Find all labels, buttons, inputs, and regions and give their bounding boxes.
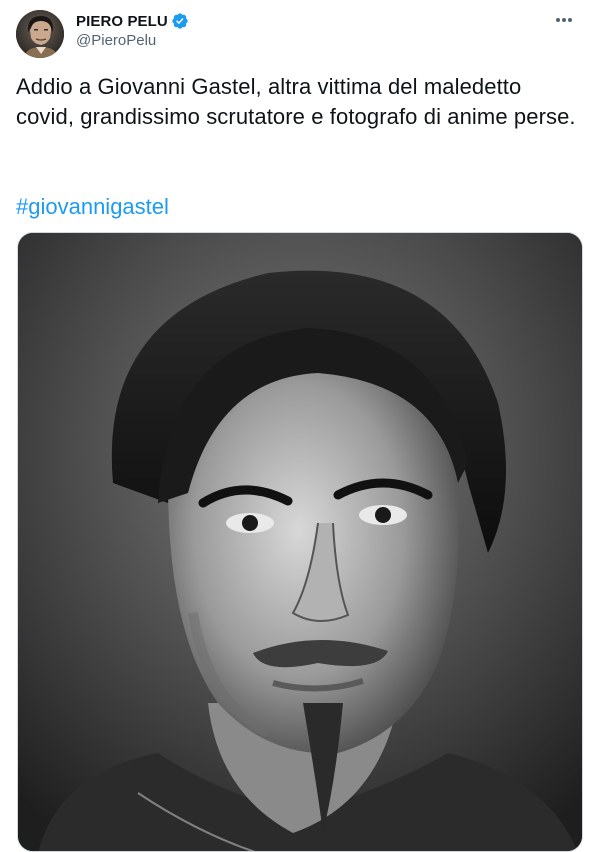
tweet-text: Addio a Giovanni Gastel, altra vittima d… (16, 74, 576, 129)
hashtag-link[interactable]: #giovannigastel (16, 192, 169, 222)
portrait-photo (18, 233, 582, 851)
more-options-button[interactable] (549, 10, 579, 30)
author-handle[interactable]: @PieroPelu (76, 32, 189, 49)
tweet-photo[interactable] (17, 232, 583, 852)
tweet: PIERO PELU @PieroPelu Addio a Giovanni G… (0, 0, 593, 852)
more-dot-icon (562, 18, 566, 22)
avatar-photo (16, 10, 64, 58)
more-dot-icon (568, 18, 573, 22)
author-info: PIERO PELU @PieroPelu (76, 11, 189, 49)
author-avatar[interactable] (16, 10, 64, 58)
more-dot-icon (555, 18, 560, 22)
verified-badge-icon (171, 12, 189, 30)
author-name-row: PIERO PELU (76, 11, 189, 31)
author-display-name[interactable]: PIERO PELU (76, 13, 168, 30)
